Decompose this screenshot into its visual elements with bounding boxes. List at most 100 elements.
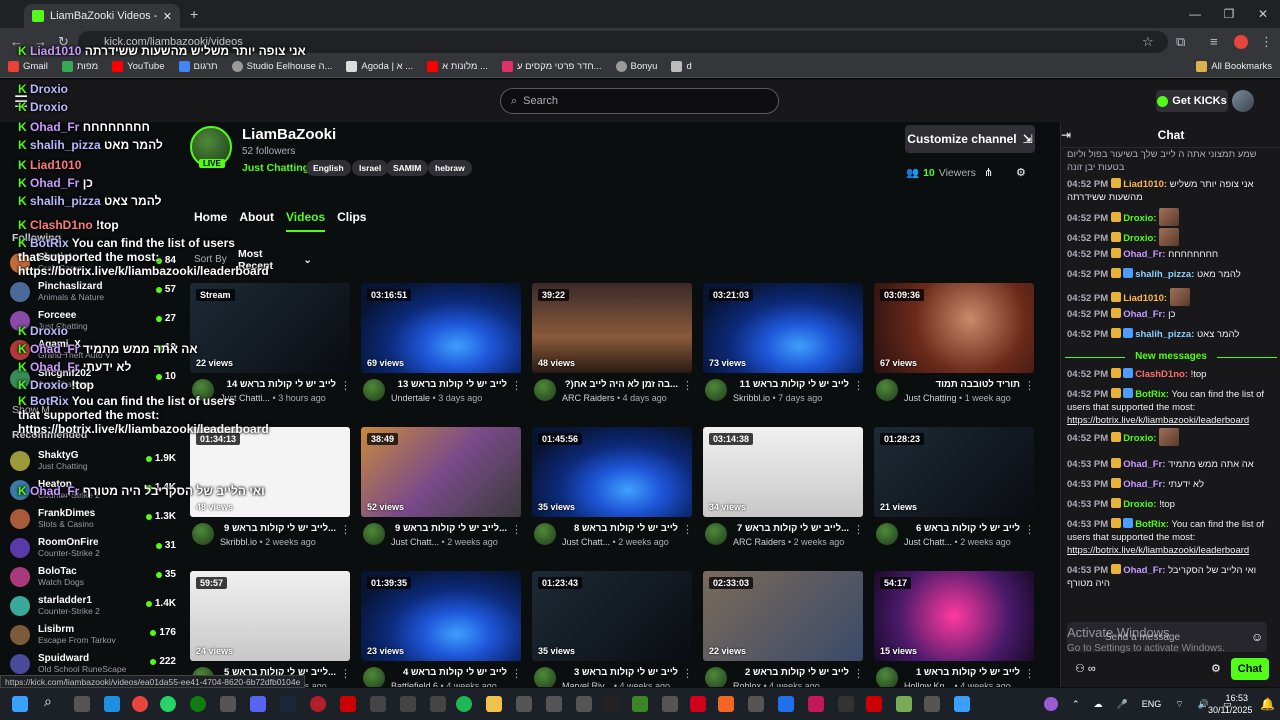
more-options-icon[interactable]: ⋮ [853,667,864,680]
browser-menu-icon[interactable]: ⋮ [1260,34,1273,50]
sidebar-channel-item[interactable]: ShaktyG Just Chatting 1.9K [10,450,180,471]
video-card[interactable]: Stream 22 views לייב יש לי קולות בראש 14 Ju… [190,283,351,411]
chat-username[interactable]: Droxio: [1123,213,1156,224]
reload-icon[interactable]: ↻ [58,34,69,50]
bookmark-star-icon[interactable]: ☆ [1142,34,1154,50]
cloud-icon[interactable]: ☁ [1094,699,1103,710]
sidebar-channel-item[interactable]: Shcgnif202 Just Chatting 10 [10,368,180,389]
bookmark-item[interactable]: מפות [61,61,98,72]
video-card[interactable]: 38:49 52 views ...לייב יש לי קולות בראש 9 J… [361,427,522,555]
app-icon[interactable] [808,696,824,712]
avatar[interactable] [363,379,385,401]
steam-icon[interactable] [280,696,296,712]
video-card[interactable]: 01:34:13 48 views ...לייב יש לי קולות בראש… [190,427,351,555]
video-title[interactable]: ...לייב יש לי קולות בראש 9 [220,523,336,534]
avatar[interactable] [192,523,214,545]
avatar[interactable] [705,667,727,687]
more-options-icon[interactable]: ⋮ [340,379,351,392]
more-options-icon[interactable]: ⋮ [340,523,351,536]
app-icon[interactable] [370,696,386,712]
video-thumbnail[interactable]: 03:14:38 34 views [703,427,863,517]
video-thumbnail[interactable]: 01:39:35 23 views [361,571,521,661]
chevron-up-icon[interactable]: ⌃ [1072,699,1080,710]
chat-username[interactable]: Liad1010: [1123,179,1167,190]
xbox-icon[interactable] [190,696,206,712]
video-category[interactable]: Battlefield 6 [391,681,438,687]
video-title[interactable]: ...לייב יש לי קולות בראש 9 [391,523,507,534]
video-category[interactable]: Hollow Kn... [904,681,952,687]
video-card[interactable]: 01:45:56 35 views לייב יש לי קולות בראש 8 J… [532,427,693,555]
video-title[interactable]: לייב יש לי קולות בראש 11 [733,379,849,390]
video-title[interactable]: לייב יש לי קולות בראש 8 [562,523,678,534]
video-card[interactable]: 03:14:38 34 views ...לייב יש לי קולות בראש… [703,427,864,555]
avatar[interactable] [534,523,556,545]
bookmark-item[interactable]: Agoda | א ... [346,61,413,72]
app-icon[interactable] [748,696,764,712]
new-tab-icon[interactable]: + [190,6,198,22]
search-icon[interactable]: ⌕ [44,693,60,709]
video-card[interactable]: 54:17 15 views לייב יש לי קולות בראש 1 Holl… [874,571,1035,687]
all-bookmarks-folder[interactable]: All Bookmarks [1196,61,1272,72]
chat-link[interactable]: https://botrix.live/k/liambazooki/leader… [1067,415,1249,426]
customize-channel-button[interactable]: Customize channel ⇲ [905,125,1035,153]
video-title[interactable]: לייב יש לי קולות בראש 2 [733,667,849,678]
back-icon[interactable]: ← [10,34,23,49]
video-category[interactable]: Undertale [391,393,430,403]
tag-chip[interactable]: English [306,160,351,176]
more-options-icon[interactable]: ⋮ [511,379,522,392]
app-icon[interactable] [866,696,882,712]
search-input[interactable]: ⌕ Search [500,88,779,114]
reading-list-icon[interactable]: ≡ [1210,34,1218,49]
edge-icon[interactable] [104,696,120,712]
avatar[interactable] [876,379,898,401]
sort-dropdown[interactable]: Most Recent ⌄ [232,248,312,272]
video-card[interactable]: 02:33:03 22 views לייב יש לי קולות בראש 2 R… [703,571,864,687]
video-card[interactable]: 59:5724 views...לייב יש לי קולות בראש 5J… [190,571,351,687]
sidebar-channel-item[interactable]: BoloTac Watch Dogs 35 [10,566,180,587]
minecraft-icon[interactable] [632,696,648,712]
tab-about[interactable]: About [239,210,274,232]
video-thumbnail[interactable]: 02:33:03 22 views [703,571,863,661]
video-card[interactable]: 03:21:03 73 views לייב יש לי קולות בראש 11… [703,283,864,411]
profile-icon[interactable] [1234,35,1248,49]
channel-category[interactable]: Just Chatting [242,162,309,174]
video-thumbnail[interactable]: 39:22 48 views [532,283,692,373]
video-card[interactable]: 03:09:36 67 views תוריד לטובבה תמוד Just Ch… [874,283,1035,411]
video-thumbnail[interactable]: 01:34:13 48 views [190,427,350,517]
video-thumbnail[interactable]: 03:09:36 67 views [874,283,1034,373]
browser-tab-active[interactable]: LiamBaZooki Videos - Watch Or ✕ [24,4,180,28]
more-options-icon[interactable]: ⋮ [682,523,693,536]
bookmark-item[interactable]: d [671,61,692,72]
video-category[interactable]: Just Chatt... [562,537,610,547]
video-title[interactable]: לייב יש לי קולות בראש 3 [562,667,678,678]
minimize-icon[interactable]: — [1178,0,1212,28]
sidebar-channel-item[interactable]: Lisibrm Escape From Tarkov 176 [10,624,180,645]
chat-username[interactable]: Droxio: [1123,433,1156,444]
app-icon[interactable] [838,696,854,712]
chrome-icon[interactable] [132,696,148,712]
app-icon[interactable] [546,696,562,712]
chat-username[interactable]: ClashD1no: [1135,369,1188,380]
chat-link[interactable]: https://botrix.live/k/liambazooki/leader… [1067,545,1249,556]
heart-app-icon[interactable] [690,696,706,712]
app-icon[interactable] [662,696,678,712]
video-title[interactable]: לייב יש לי קולות בראש 1 [904,667,1020,678]
sidebar-channel-item[interactable]: FrankDimes Slots & Casino 1.3K [10,508,180,529]
show-more-link[interactable]: Show M [12,404,50,416]
tag-chip[interactable]: Israel [352,160,389,176]
avatar[interactable] [534,379,556,401]
tag-chip[interactable]: SAMIM [386,160,429,176]
app-icon[interactable] [220,696,236,712]
more-options-icon[interactable]: ⋮ [853,379,864,392]
video-thumbnail[interactable]: 01:45:56 35 views [532,427,692,517]
bookmark-item[interactable]: מלונות א ... [427,61,488,72]
video-thumbnail[interactable]: 03:16:51 69 views [361,283,521,373]
video-title[interactable]: לייב יש לי קולות בראש 14 [220,379,336,390]
epic-icon[interactable] [604,696,620,712]
video-category[interactable]: Roblox [733,681,761,687]
more-options-icon[interactable]: ⋮ [1024,667,1035,680]
chat-settings-icon[interactable]: ⚙ [1211,662,1221,675]
close-window-icon[interactable]: ✕ [1246,0,1280,28]
video-category[interactable]: Just Chatting [904,393,957,403]
avatar[interactable] [534,667,556,687]
